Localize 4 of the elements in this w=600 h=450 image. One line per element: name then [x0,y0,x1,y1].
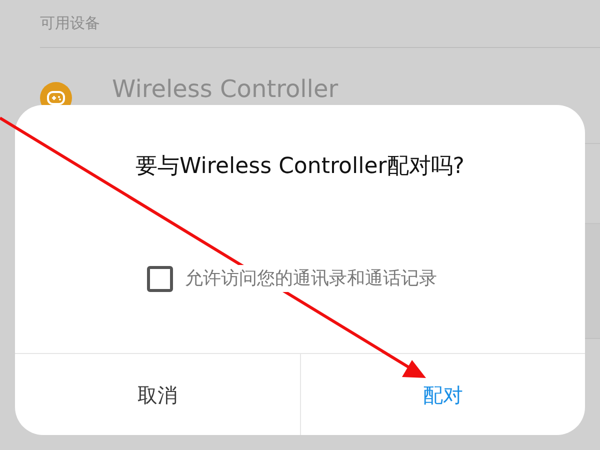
checkbox[interactable] [147,266,173,292]
dialog-button[interactable]: 取消 [15,354,300,435]
section-header: 可用设备 [40,13,100,34]
dialog-title: 要与Wireless Controller配对吗? [136,153,464,181]
